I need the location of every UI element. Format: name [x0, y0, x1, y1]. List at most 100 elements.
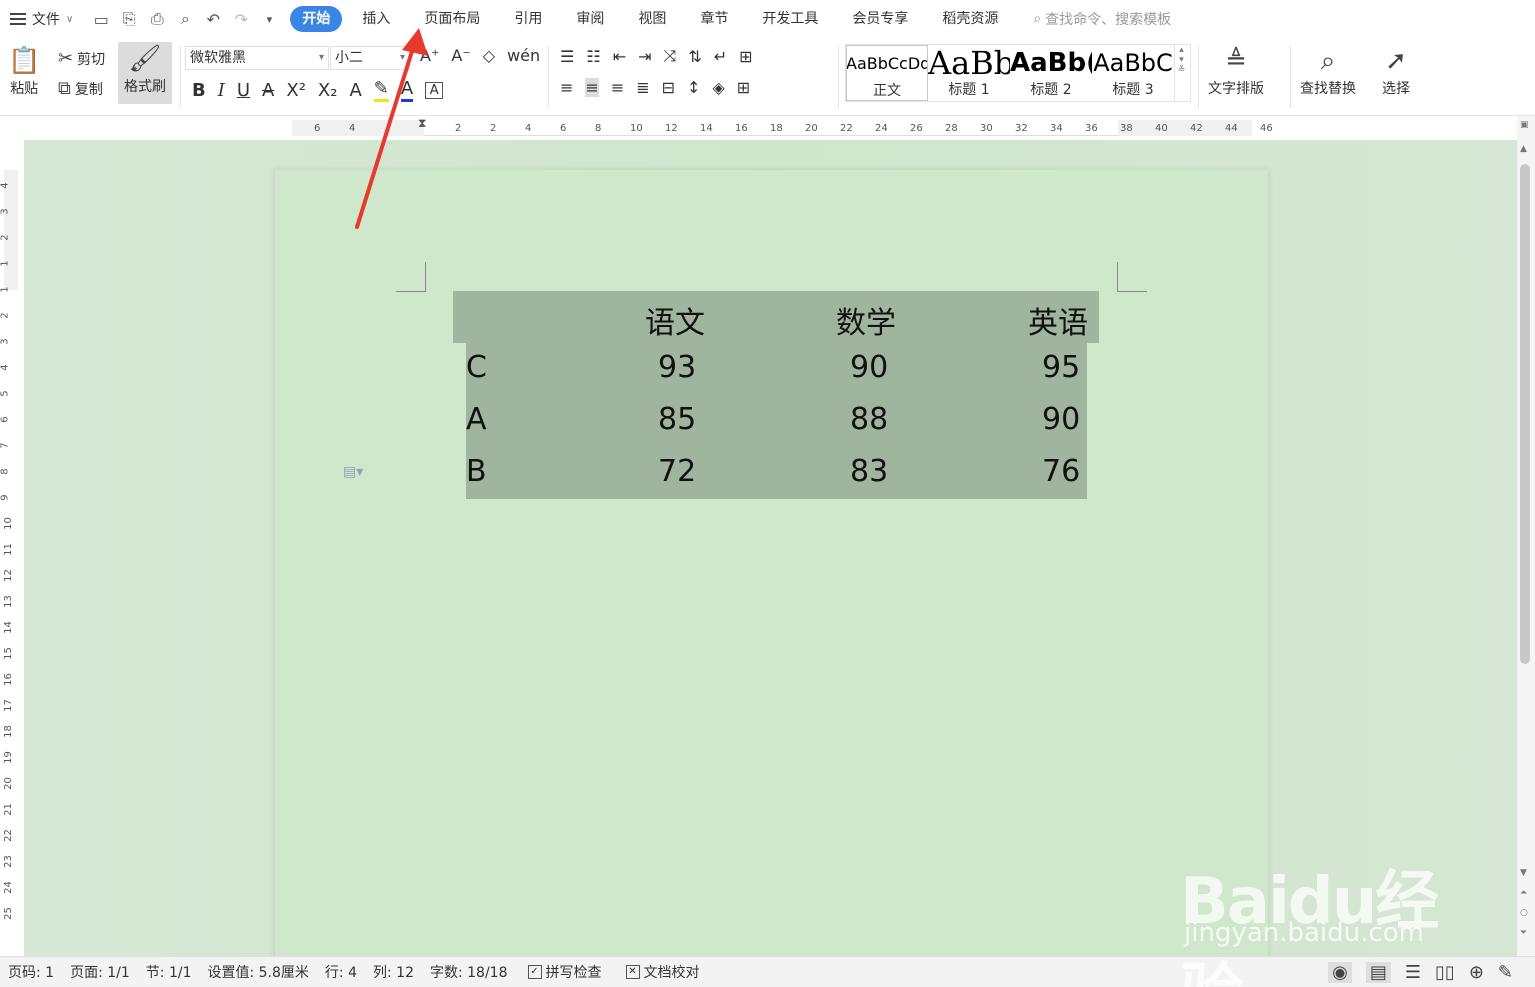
align-center-icon[interactable]: ≡: [585, 78, 599, 97]
font-size-select[interactable]: 小二 ▾: [330, 46, 410, 70]
tab-references[interactable]: 引用: [500, 6, 556, 32]
write-mode-icon[interactable]: ✎: [1498, 962, 1513, 983]
doc-proof-button[interactable]: ✕ 文档校对: [614, 962, 712, 982]
shrink-font-icon[interactable]: A⁻: [451, 46, 470, 65]
status-page-number[interactable]: 页码: 1: [0, 962, 62, 982]
table-cell[interactable]: 85: [658, 402, 696, 437]
chevron-up-icon[interactable]: ▴: [1179, 45, 1184, 55]
table-cell[interactable]: A: [466, 402, 487, 437]
tab-review[interactable]: 审阅: [562, 6, 618, 32]
export-icon[interactable]: ⎘: [119, 9, 139, 29]
print-icon[interactable]: ⎙: [147, 9, 167, 29]
sort-icon[interactable]: ⇅: [688, 47, 701, 66]
tab-member[interactable]: 会员专享: [838, 6, 922, 32]
scroll-thumb[interactable]: [1520, 164, 1530, 664]
table-cell[interactable]: 90: [1042, 402, 1080, 437]
vertical-ruler[interactable]: 4 3 2 1 1 2 3 4 5 6 7 8 9 10 11 12 13 14 15 16 17 18 19 20 21 22 2…: [0, 140, 24, 956]
line-spacing-icon[interactable]: ↕: [687, 78, 700, 97]
style-heading-3[interactable]: AaBbC 标题 3: [1092, 45, 1174, 101]
style-heading-2[interactable]: AaBb( 标题 2: [1010, 45, 1092, 101]
table-header-cell[interactable]: 数学: [836, 298, 896, 342]
table-cell[interactable]: B: [466, 454, 487, 489]
increase-indent-icon[interactable]: ⇥: [638, 47, 651, 66]
tab-developer[interactable]: 开发工具: [748, 6, 832, 32]
table-cell[interactable]: 76: [1042, 454, 1080, 489]
tab-home[interactable]: 开始: [290, 6, 343, 32]
text-effect-icon[interactable]: A: [349, 80, 361, 101]
align-left-icon[interactable]: ≡: [560, 78, 573, 97]
phonetic-icon[interactable]: wén: [507, 46, 540, 65]
print-preview-icon[interactable]: ⌕: [175, 9, 195, 29]
paste-button[interactable]: 📋 粘贴: [8, 44, 40, 98]
strikethrough-icon[interactable]: A: [262, 80, 274, 101]
align-right-icon[interactable]: ≡: [611, 78, 624, 97]
paragraph-layout-icon[interactable]: ▤▾: [343, 464, 363, 480]
line-break-icon[interactable]: ↵: [714, 47, 727, 66]
tab-view[interactable]: 视图: [624, 6, 680, 32]
char-border-icon[interactable]: A: [425, 81, 444, 99]
tab-insert[interactable]: 插入: [348, 6, 404, 32]
file-menu[interactable]: 文件 ∨: [0, 0, 83, 38]
justify-icon[interactable]: ≣: [636, 78, 649, 97]
save-icon[interactable]: ▭: [91, 10, 111, 29]
prev-page-icon[interactable]: ⏶: [1520, 888, 1527, 898]
table-row[interactable]: [466, 447, 1087, 499]
format-painter-button[interactable]: 🖌 格式刷: [118, 42, 172, 104]
highlight-icon[interactable]: ✎: [373, 78, 389, 102]
status-row[interactable]: 行: 4: [317, 962, 365, 982]
decrease-indent-icon[interactable]: ⇤: [613, 47, 626, 66]
chevron-down-icon[interactable]: ▾: [1179, 55, 1184, 65]
style-gallery-scroll[interactable]: ▴ ▾ ≚: [1174, 45, 1188, 101]
clear-format-icon[interactable]: ◇: [483, 46, 495, 65]
table-header-row[interactable]: [453, 291, 1099, 343]
borders-icon[interactable]: ⊞: [737, 78, 750, 97]
table-cell[interactable]: 83: [850, 454, 888, 489]
command-search[interactable]: ⌕ 查找命令、搜索模板: [1033, 9, 1171, 29]
find-replace-button[interactable]: ⌕ 查找替换: [1300, 44, 1356, 98]
status-col[interactable]: 列: 12: [365, 962, 422, 982]
table-cell[interactable]: 90: [850, 350, 888, 385]
distribute-icon[interactable]: ⊟: [662, 78, 675, 97]
table-cell[interactable]: 88: [850, 402, 888, 437]
select-browse-icon[interactable]: ○: [1520, 908, 1528, 918]
table-row[interactable]: [466, 343, 1087, 395]
undo-icon[interactable]: ↶: [203, 10, 223, 29]
status-section[interactable]: 节: 1/1: [138, 962, 200, 982]
underline-icon[interactable]: U: [237, 80, 250, 101]
font-name-select[interactable]: 微软雅黑 ▾: [185, 46, 329, 70]
cut-button[interactable]: ✂ 剪切: [58, 48, 105, 69]
bold-icon[interactable]: B: [192, 80, 206, 101]
font-color-icon[interactable]: A: [400, 78, 414, 102]
status-setting[interactable]: 设置值: 5.8厘米: [199, 962, 316, 982]
copy-button[interactable]: ⧉ 复制: [58, 78, 103, 99]
tab-ruler-icon[interactable]: ⊞: [739, 47, 752, 66]
text-direction-icon[interactable]: ⤨: [664, 46, 677, 66]
style-normal[interactable]: AaBbCcDd 正文: [846, 45, 928, 101]
table-cell[interactable]: C: [466, 350, 487, 385]
subscript-icon[interactable]: X₂: [318, 80, 338, 101]
table-cell[interactable]: 93: [658, 350, 696, 385]
ruler-toggle-icon[interactable]: ▣: [1520, 120, 1529, 130]
spell-check-button[interactable]: ✓ 拼写检查: [516, 962, 614, 982]
next-page-icon[interactable]: ⏷: [1520, 928, 1527, 938]
grow-font-icon[interactable]: A⁺: [420, 46, 439, 65]
table-header-cell[interactable]: 英语: [1028, 298, 1088, 342]
customize-icon[interactable]: ▾: [259, 13, 279, 26]
table-row[interactable]: [466, 395, 1087, 447]
horizontal-ruler[interactable]: 6 4 2 2 4 6 8 10 12 14 16 18 20 22 24 26 28 30 32 34 36 38 40 4…: [0, 116, 1535, 140]
table-cell[interactable]: 95: [1042, 350, 1080, 385]
table-header-cell[interactable]: 语文: [645, 298, 705, 342]
shading-icon[interactable]: ◈: [712, 78, 724, 97]
select-button[interactable]: ➚ 选择: [1382, 44, 1410, 98]
bullet-list-icon[interactable]: ☰: [560, 47, 574, 66]
status-word-count[interactable]: 字数: 18/18: [422, 962, 516, 982]
status-pages[interactable]: 页面: 1/1: [62, 962, 138, 982]
vertical-scrollbar[interactable]: ▣ ▲ ▼ ⏶ ○ ⏷: [1517, 116, 1535, 956]
expand-icon[interactable]: ≚: [1178, 65, 1186, 75]
indent-marker-icon[interactable]: ⧗: [418, 116, 426, 131]
table-cell[interactable]: 72: [658, 454, 696, 489]
scroll-up-icon[interactable]: ▲: [1520, 144, 1527, 154]
tab-chapter[interactable]: 章节: [686, 6, 742, 32]
text-layout-button[interactable]: ≜ 文字排版: [1208, 44, 1264, 98]
redo-icon[interactable]: ↷: [231, 10, 251, 29]
